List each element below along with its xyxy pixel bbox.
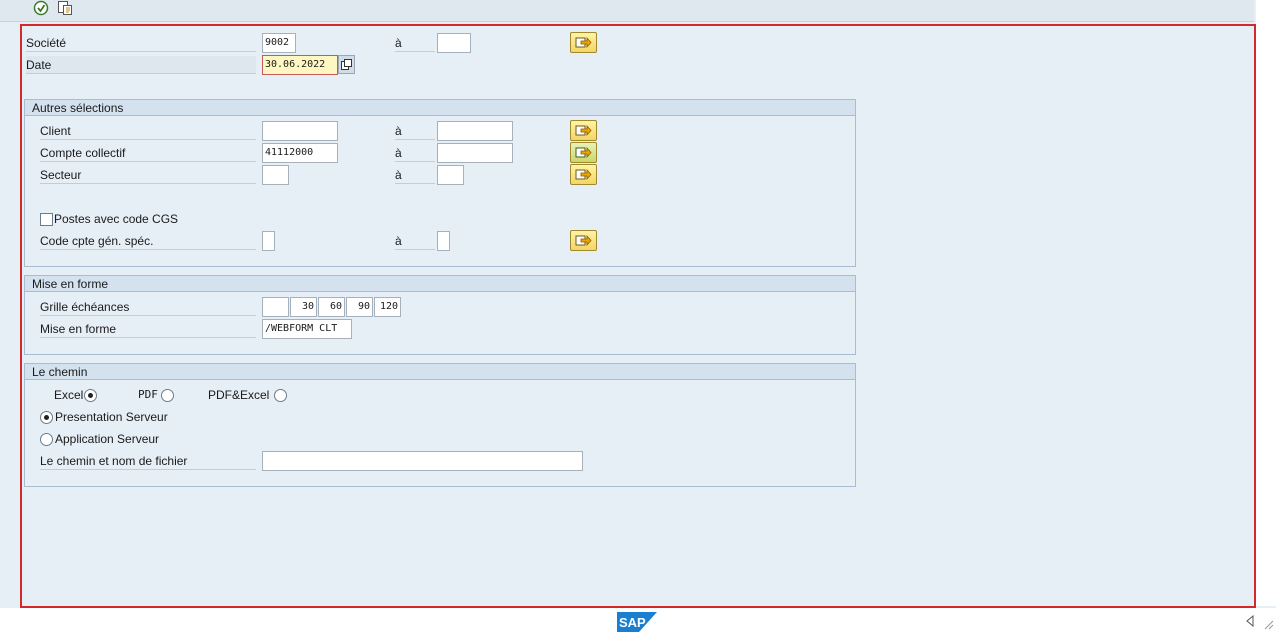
- mise-en-forme-title: Mise en forme: [25, 276, 855, 292]
- chemin-fichier-input[interactable]: [262, 451, 583, 471]
- secteur-multiple-selection-button[interactable]: [570, 164, 597, 185]
- excel-radio-label: Excel: [54, 388, 84, 402]
- grille-echeance-input-3[interactable]: 60: [318, 297, 345, 317]
- arrow-right-icon: [575, 168, 592, 181]
- arrow-right-icon: [575, 124, 592, 137]
- pdf-excel-radio-label: PDF&Excel: [208, 388, 270, 402]
- secteur-to-input[interactable]: [437, 165, 464, 185]
- secteur-to-label: à: [395, 166, 435, 184]
- code-cpte-from-input[interactable]: [262, 231, 275, 251]
- societe-label: Société: [26, 34, 256, 52]
- societe-to-label: à: [395, 34, 435, 52]
- grille-echeances-label: Grille échéances: [40, 298, 256, 316]
- grille-echeance-input-4[interactable]: 90: [346, 297, 373, 317]
- pdf-excel-radio[interactable]: [274, 389, 287, 402]
- compte-collectif-multiple-selection-button[interactable]: [570, 142, 597, 163]
- presentation-serveur-label: Presentation Serveur: [55, 410, 168, 424]
- code-cpte-to-input[interactable]: [437, 231, 450, 251]
- client-to-input[interactable]: [437, 121, 513, 141]
- application-serveur-label: Application Serveur: [55, 432, 160, 446]
- secteur-from-input[interactable]: [262, 165, 289, 185]
- mise-en-forme-input[interactable]: /WEBFORM CLT: [262, 319, 352, 339]
- application-toolbar: [0, 0, 1254, 22]
- societe-from-input[interactable]: 9002: [262, 33, 296, 53]
- compte-collectif-to-input[interactable]: [437, 143, 513, 163]
- svg-text:SAP: SAP: [619, 615, 646, 630]
- presentation-serveur-radio[interactable]: [40, 411, 53, 424]
- excel-radio[interactable]: [84, 389, 97, 402]
- code-cpte-to-label: à: [395, 232, 435, 250]
- autres-selections-title: Autres sélections: [25, 100, 855, 116]
- client-multiple-selection-button[interactable]: [570, 120, 597, 141]
- resize-grip-icon[interactable]: [1262, 618, 1274, 630]
- pdf-radio[interactable]: [161, 389, 174, 402]
- variant-icon[interactable]: [56, 0, 74, 16]
- client-label: Client: [40, 122, 256, 140]
- arrow-right-active-icon: [575, 146, 592, 159]
- code-cpte-label: Code cpte gén. spéc.: [40, 232, 256, 250]
- calendar-icon: [341, 59, 352, 70]
- mise-en-forme-label: Mise en forme: [40, 320, 256, 338]
- postes-cgs-checkbox[interactable]: [40, 213, 53, 226]
- application-serveur-radio[interactable]: [40, 433, 53, 446]
- compte-collectif-from-input[interactable]: 41112000: [262, 143, 338, 163]
- compte-collectif-label: Compte collectif: [40, 144, 256, 162]
- grille-echeance-input-2[interactable]: 30: [290, 297, 317, 317]
- date-input[interactable]: 30.06.2022: [262, 55, 338, 75]
- le-chemin-title: Le chemin: [25, 364, 855, 380]
- client-from-input[interactable]: [262, 121, 338, 141]
- right-margin: [1256, 0, 1276, 606]
- societe-to-input[interactable]: [437, 33, 471, 53]
- chemin-fichier-label: Le chemin et nom de fichier: [40, 452, 256, 470]
- radio-selected-dot: [88, 393, 93, 398]
- compte-collectif-to-label: à: [395, 144, 435, 162]
- code-cpte-multiple-selection-button[interactable]: [570, 230, 597, 251]
- calendar-button[interactable]: [338, 55, 355, 74]
- secteur-label: Secteur: [40, 166, 256, 184]
- date-label: Date: [26, 56, 256, 74]
- arrow-right-icon: [575, 36, 592, 49]
- arrow-right-icon: [575, 234, 592, 247]
- grille-echeance-input-5[interactable]: 120: [374, 297, 401, 317]
- collapse-arrow-icon[interactable]: [1245, 614, 1255, 628]
- sap-logo: SAP: [617, 612, 657, 632]
- client-to-label: à: [395, 122, 435, 140]
- pdf-radio-label: PDF: [138, 388, 158, 401]
- radio-selected-dot: [44, 415, 49, 420]
- execute-icon[interactable]: [32, 0, 50, 16]
- societe-multiple-selection-button[interactable]: [570, 32, 597, 53]
- postes-cgs-label: Postes avec code CGS: [54, 212, 179, 226]
- grille-echeance-input-1[interactable]: [262, 297, 289, 317]
